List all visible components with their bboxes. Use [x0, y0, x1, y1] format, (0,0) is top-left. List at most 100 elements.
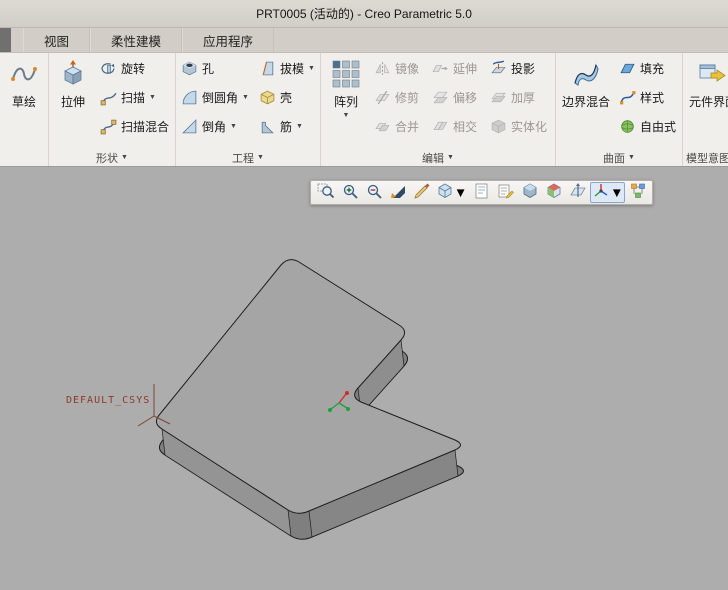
- offset-label: 偏移: [453, 91, 478, 105]
- chamfer-button[interactable]: 倒角 ▼: [178, 112, 254, 141]
- trim-label: 修剪: [395, 91, 420, 105]
- pattern-label: 阵列: [333, 95, 358, 109]
- tab-view-label: 视图: [44, 34, 70, 49]
- style-button[interactable]: 样式: [616, 83, 680, 112]
- merge-icon: [374, 118, 391, 135]
- mirror-button[interactable]: 镜像: [371, 54, 427, 83]
- sketch-button[interactable]: 草绘: [2, 54, 46, 148]
- shell-button[interactable]: 壳: [256, 83, 318, 112]
- graphics-area[interactable]: DEFAULT_CSYS ▼ ▼: [0, 167, 728, 590]
- sketch-icon: [8, 59, 40, 91]
- chevron-down-icon: ▼: [296, 123, 303, 130]
- trim-button[interactable]: 修剪: [371, 83, 427, 112]
- view-manager-button[interactable]: [626, 182, 649, 203]
- shell-label: 壳: [280, 91, 293, 105]
- shapes-group-label[interactable]: 形状 ▼: [51, 149, 173, 166]
- round-button[interactable]: 倒圆角 ▼: [178, 83, 254, 112]
- extend-button[interactable]: 延伸: [429, 54, 485, 83]
- window-title: PRT0005 (活动的) - Creo Parametric 5.0: [256, 7, 472, 21]
- editing-column-2: 延伸 偏移 相交: [429, 54, 485, 141]
- hole-button[interactable]: 孔: [178, 54, 254, 83]
- fill-label: 填充: [640, 62, 665, 76]
- component-interface-button[interactable]: 元件界面: [685, 54, 728, 148]
- draft-button[interactable]: 拔模 ▼: [256, 54, 318, 83]
- round-label: 倒圆角: [202, 91, 239, 105]
- rib-label: 筋: [280, 120, 293, 134]
- fill-button[interactable]: 填充: [616, 54, 680, 83]
- datum-display-filters-button[interactable]: [566, 182, 589, 203]
- tab-view[interactable]: 视图: [23, 28, 91, 52]
- repaint-button[interactable]: [410, 182, 433, 203]
- zoom-out-button[interactable]: [362, 182, 385, 203]
- extrude-button[interactable]: 拉伸: [51, 54, 95, 148]
- intersect-button[interactable]: 相交: [429, 112, 485, 141]
- solidify-icon: [490, 118, 507, 135]
- editing-column-1: 镜像 修剪 合并: [371, 54, 427, 141]
- repaint-icon: [413, 182, 431, 203]
- merge-button[interactable]: 合并: [371, 112, 427, 141]
- offset-button[interactable]: 偏移: [429, 83, 485, 112]
- sweep-button[interactable]: 扫描 ▼: [97, 83, 173, 112]
- engineering-column-2: 拔模 ▼ 壳 筋 ▼: [256, 54, 318, 141]
- surfaces-small-column: 填充 样式 自由式: [616, 54, 680, 141]
- chevron-down-icon: ▼: [610, 185, 624, 200]
- zoom-in-button[interactable]: [338, 182, 361, 203]
- mirror-label: 镜像: [395, 62, 420, 76]
- display-style-button[interactable]: ▼: [434, 182, 469, 203]
- ribbon-group-editing: 阵列 ▼ 镜像 修剪 合并 延伸 偏移 相交 投影 加厚 实体化 编辑 ▼: [321, 53, 556, 166]
- shaded-view-icon: [521, 182, 539, 203]
- engineering-group-label[interactable]: 工程 ▼: [178, 149, 318, 166]
- spin-center-button[interactable]: ▼: [590, 182, 626, 203]
- pattern-icon: [330, 59, 362, 91]
- chevron-down-icon: ▼: [230, 123, 237, 130]
- csys-label[interactable]: DEFAULT_CSYS: [66, 395, 150, 406]
- annotation-display-button[interactable]: [494, 182, 517, 203]
- round-icon: [181, 89, 198, 106]
- zoom-region-button[interactable]: [314, 182, 337, 203]
- tab-applications[interactable]: 应用程序: [182, 28, 275, 52]
- boundary-blend-button[interactable]: 边界混合: [558, 54, 614, 148]
- ribbon-group-surfaces: 边界混合 填充 样式 自由式 曲面 ▼: [556, 53, 683, 166]
- revolve-icon: [100, 60, 117, 77]
- mirror-icon: [374, 60, 391, 77]
- editing-group-label[interactable]: 编辑 ▼: [323, 149, 553, 166]
- sweep-label: 扫描: [121, 91, 146, 105]
- pattern-button[interactable]: 阵列 ▼: [323, 54, 369, 148]
- revolve-button[interactable]: 旋转: [97, 54, 173, 83]
- title-bar: PRT0005 (活动的) - Creo Parametric 5.0: [0, 0, 728, 28]
- extend-icon: [432, 60, 449, 77]
- ribbon-tab-bar: 视图 柔性建模 应用程序: [0, 28, 728, 53]
- refit-button[interactable]: [386, 182, 409, 203]
- saved-orientations-button[interactable]: [542, 182, 565, 203]
- part-model[interactable]: [0, 167, 728, 590]
- thicken-button[interactable]: 加厚: [487, 83, 553, 112]
- project-button[interactable]: 投影: [487, 54, 553, 83]
- chevron-down-icon: ▼: [149, 94, 156, 101]
- solidify-button[interactable]: 实体化: [487, 112, 553, 141]
- chevron-down-icon: ▼: [121, 154, 128, 161]
- chamfer-icon: [181, 118, 198, 135]
- editing-column-3: 投影 加厚 实体化: [487, 54, 553, 141]
- surfaces-group-label[interactable]: 曲面 ▼: [558, 149, 680, 166]
- file-menu-partial[interactable]: [0, 28, 11, 52]
- fill-icon: [619, 60, 636, 77]
- saved-orientations-icon: [545, 182, 563, 203]
- shaded-view-button[interactable]: [518, 182, 541, 203]
- spin-center-icon: [592, 182, 610, 203]
- tab-flexible-modeling[interactable]: 柔性建模: [90, 28, 183, 52]
- chevron-down-icon: ▼: [628, 154, 635, 161]
- boundary-blend-icon: [570, 59, 602, 91]
- chevron-down-icon: ▼: [447, 154, 454, 161]
- creo-window: PRT0005 (活动的) - Creo Parametric 5.0 视图 柔…: [0, 0, 728, 590]
- chevron-down-icon: ▼: [257, 154, 264, 161]
- intersect-label: 相交: [453, 120, 478, 134]
- swept-blend-button[interactable]: 扫描混合: [97, 112, 173, 141]
- freestyle-button[interactable]: 自由式: [616, 112, 680, 141]
- model-intent-group-label[interactable]: 模型意图 ▼: [685, 149, 728, 166]
- merge-label: 合并: [395, 120, 420, 134]
- chevron-down-icon: ▼: [242, 94, 249, 101]
- rib-button[interactable]: 筋 ▼: [256, 112, 318, 141]
- freestyle-icon: [619, 118, 636, 135]
- scene-sheet-button[interactable]: [470, 182, 493, 203]
- hole-icon: [181, 60, 198, 77]
